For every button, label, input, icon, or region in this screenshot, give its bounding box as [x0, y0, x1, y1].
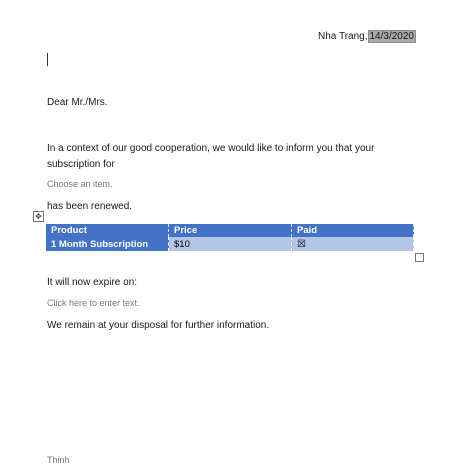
closing-text: We remain at your disposal for further i…	[47, 320, 270, 331]
header-product: Product	[46, 224, 169, 237]
table-row: 1 Month Subscription $10 ☒	[46, 237, 414, 251]
dateline: Nha Trang, 14/3/2020	[318, 30, 416, 43]
paid-checkbox[interactable]: ☒	[297, 239, 306, 250]
signer-name: Thinh	[47, 455, 70, 465]
item-dropdown-control[interactable]: Choose an item.	[47, 179, 113, 189]
cell-price: $10	[168, 237, 292, 251]
greeting: Dear Mr./Mrs.	[47, 97, 108, 108]
date-field[interactable]: 14/3/2020	[367, 30, 416, 43]
header-price: Price	[168, 224, 292, 237]
cell-paid: ☒	[291, 237, 414, 251]
location-text: Nha Trang,	[318, 31, 368, 42]
intro-paragraph: In a context of our good cooperation, we…	[47, 143, 375, 170]
text-cursor	[47, 53, 48, 66]
header-paid: Paid	[291, 224, 414, 237]
cell-product: 1 Month Subscription	[46, 237, 169, 251]
subscription-table: Product Price Paid 1 Month Subscription …	[46, 224, 414, 251]
date-picker-control[interactable]: Click here to enter text.	[47, 298, 140, 308]
table-header-row: Product Price Paid	[46, 224, 414, 237]
expire-label: It will now expire on:	[47, 277, 138, 288]
resize-icon[interactable]	[415, 253, 424, 262]
renewed-text: has been renewed.	[47, 201, 133, 212]
move-icon[interactable]: ✥	[33, 211, 44, 222]
